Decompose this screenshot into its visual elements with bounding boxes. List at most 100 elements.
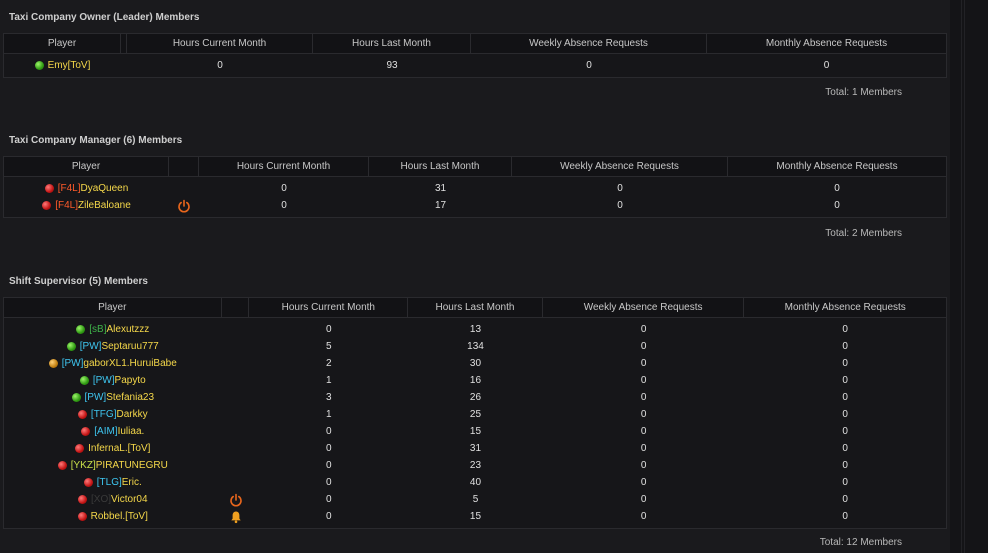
player-name[interactable]: PIRATUNEGRU [96,460,168,471]
player-name[interactable]: gaborXL1.HuruiBabe [83,358,176,369]
player-name[interactable]: Alexutzzz [106,324,149,335]
table-row[interactable]: [F4L]DyaQueen 0 31 0 0 [4,180,946,197]
monthly-absence-cell: 0 [842,341,848,352]
scrollbar-track[interactable] [950,0,988,553]
table-row[interactable]: Emy[ToV] 0 93 0 0 [4,57,946,74]
player-cell[interactable]: [PW]gaborXL1.HuruiBabe [4,358,222,369]
status-offline-icon [78,495,87,504]
table-row[interactable]: [PW]Stefania23 3 26 0 0 [4,389,946,406]
clan-tag: [PW] [79,341,102,352]
table-row[interactable]: [F4L]ZileBaloane 0 17 0 0 [4,197,946,214]
th-hours-last[interactable]: Hours Last Month [408,298,543,318]
table-row[interactable]: [PW]Papyto 1 16 0 0 [4,372,946,389]
hours-current-cell: 0 [326,494,332,505]
player-name[interactable]: Emy[ToV] [48,60,91,71]
player-cell[interactable]: [AIM]Iuliaa. [4,426,222,437]
monthly-absence-cell: 0 [842,426,848,437]
th-weekly-absence[interactable]: Weekly Absence Requests [471,34,707,54]
th-weekly-absence[interactable]: Weekly Absence Requests [512,157,728,177]
table-row[interactable]: InfernaL.[ToV] 0 31 0 0 [4,440,946,457]
table-row[interactable]: Robbel.[ToV] 0 15 0 0 [4,508,946,525]
hours-last-cell: 134 [467,341,484,352]
player-cell[interactable]: [XO]Victor04 [4,494,222,505]
player-cell[interactable]: [sB]Alexutzzz [4,324,222,335]
player-cell[interactable]: Emy[ToV] [4,60,121,71]
table-row[interactable]: [PW]Septaruu777 5 134 0 0 [4,338,946,355]
player-cell[interactable]: [YKZ]PIRATUNEGRU [4,460,222,471]
th-monthly-absence[interactable]: Monthly Absence Requests [707,34,946,54]
clan-tag: [F4L] [57,183,81,194]
th-player[interactable]: Player [4,34,121,54]
player-name[interactable]: Victor04 [111,494,148,505]
th-hours-current[interactable]: Hours Current Month [199,157,369,177]
table-row[interactable]: [PW]gaborXL1.HuruiBabe 2 30 0 0 [4,355,946,372]
supervisor-rows: [sB]Alexutzzz 0 13 0 0 [PW]Septaruu777 5 134 0 0[… [4,321,946,525]
player-name[interactable]: Iuliaa. [118,426,145,437]
clan-tag: [PW] [84,392,107,403]
clan-tag: [YKZ] [70,460,96,471]
player-cell[interactable]: [TFG]Darkky [4,409,222,420]
weekly-absence-cell: 0 [640,477,647,488]
th-hours-last[interactable]: Hours Last Month [369,157,512,177]
player-cell[interactable]: [PW]Papyto [4,375,222,386]
power-icon [229,493,242,507]
hours-current-cell: 1 [326,409,332,420]
player-name[interactable]: Septaruu777 [101,341,158,352]
th-hours-current[interactable]: Hours Current Month [127,34,313,54]
table-row[interactable]: [YKZ]PIRATUNEGRU 0 23 0 0 [4,457,946,474]
hours-last-cell: 15 [469,511,482,522]
th-hours-current[interactable]: Hours Current Month [249,298,409,318]
table-row[interactable]: [XO]Victor04 0 5 0 0 [4,491,946,508]
status-online-icon [79,376,89,385]
status-online-icon [34,61,44,70]
player-name[interactable]: Darkky [116,409,147,420]
section-title-leader: Taxi Company Owner (Leader) Members [9,12,200,23]
th-extra [169,157,199,177]
player-name[interactable]: ZileBaloane [78,200,131,211]
table-row[interactable]: [sB]Alexutzzz 0 13 0 0 [4,321,946,338]
player-name[interactable]: InfernaL.[ToV] [88,443,150,454]
player-cell[interactable]: Robbel.[ToV] [4,511,222,522]
player-name[interactable]: Eric. [122,477,142,488]
monthly-absence-cell: 0 [834,183,840,194]
power-icon [178,199,190,213]
player-name[interactable]: Robbel.[ToV] [91,511,148,522]
status-online-icon [71,393,81,402]
weekly-absence-cell: 0 [640,426,647,437]
th-monthly-absence[interactable]: Monthly Absence Requests [728,157,946,177]
th-player[interactable]: Player [4,298,222,318]
table-row[interactable]: [AIM]Iuliaa. 0 15 0 0 [4,423,946,440]
th-player[interactable]: Player [4,157,169,177]
weekly-absence-cell: 0 [640,358,647,369]
status-offline-icon [57,461,67,470]
player-cell[interactable]: [PW]Septaruu777 [4,341,222,352]
th-hours-last[interactable]: Hours Last Month [313,34,471,54]
hours-last-cell: 26 [469,392,482,403]
hours-last-cell: 16 [469,375,482,386]
player-name[interactable]: Papyto [115,375,146,386]
status-offline-icon [77,410,87,419]
player-name[interactable]: Stefania23 [106,392,154,403]
player-cell[interactable]: [F4L]DyaQueen [4,183,169,194]
table-row[interactable]: [TLG]Eric. 0 40 0 0 [4,474,946,491]
status-offline-icon [44,184,54,193]
player-cell[interactable]: [TLG]Eric. [4,477,222,488]
bell-icon [230,511,241,523]
monthly-absence-cell: 0 [842,511,848,522]
table-row[interactable]: [TFG]Darkky 1 25 0 0 [4,406,946,423]
hours-current-cell: 5 [326,341,332,352]
player-cell[interactable]: InfernaL.[ToV] [4,443,222,454]
hours-current-cell: 0 [326,460,332,471]
th-extra [222,298,250,318]
player-cell[interactable]: [PW]Stefania23 [4,392,222,403]
table-header: Player Hours Current Month Hours Last Mo… [4,34,946,54]
hours-last-cell: 40 [469,477,482,488]
th-monthly-absence[interactable]: Monthly Absence Requests [744,298,946,318]
player-cell[interactable]: [F4L]ZileBaloane [4,200,169,211]
th-weekly-absence[interactable]: Weekly Absence Requests [543,298,745,318]
hours-last-cell: 5 [472,494,479,505]
hours-current-cell: 0 [326,511,332,522]
extra-cell [222,510,250,524]
player-name[interactable]: DyaQueen [80,183,128,194]
status-offline-icon [75,444,85,453]
